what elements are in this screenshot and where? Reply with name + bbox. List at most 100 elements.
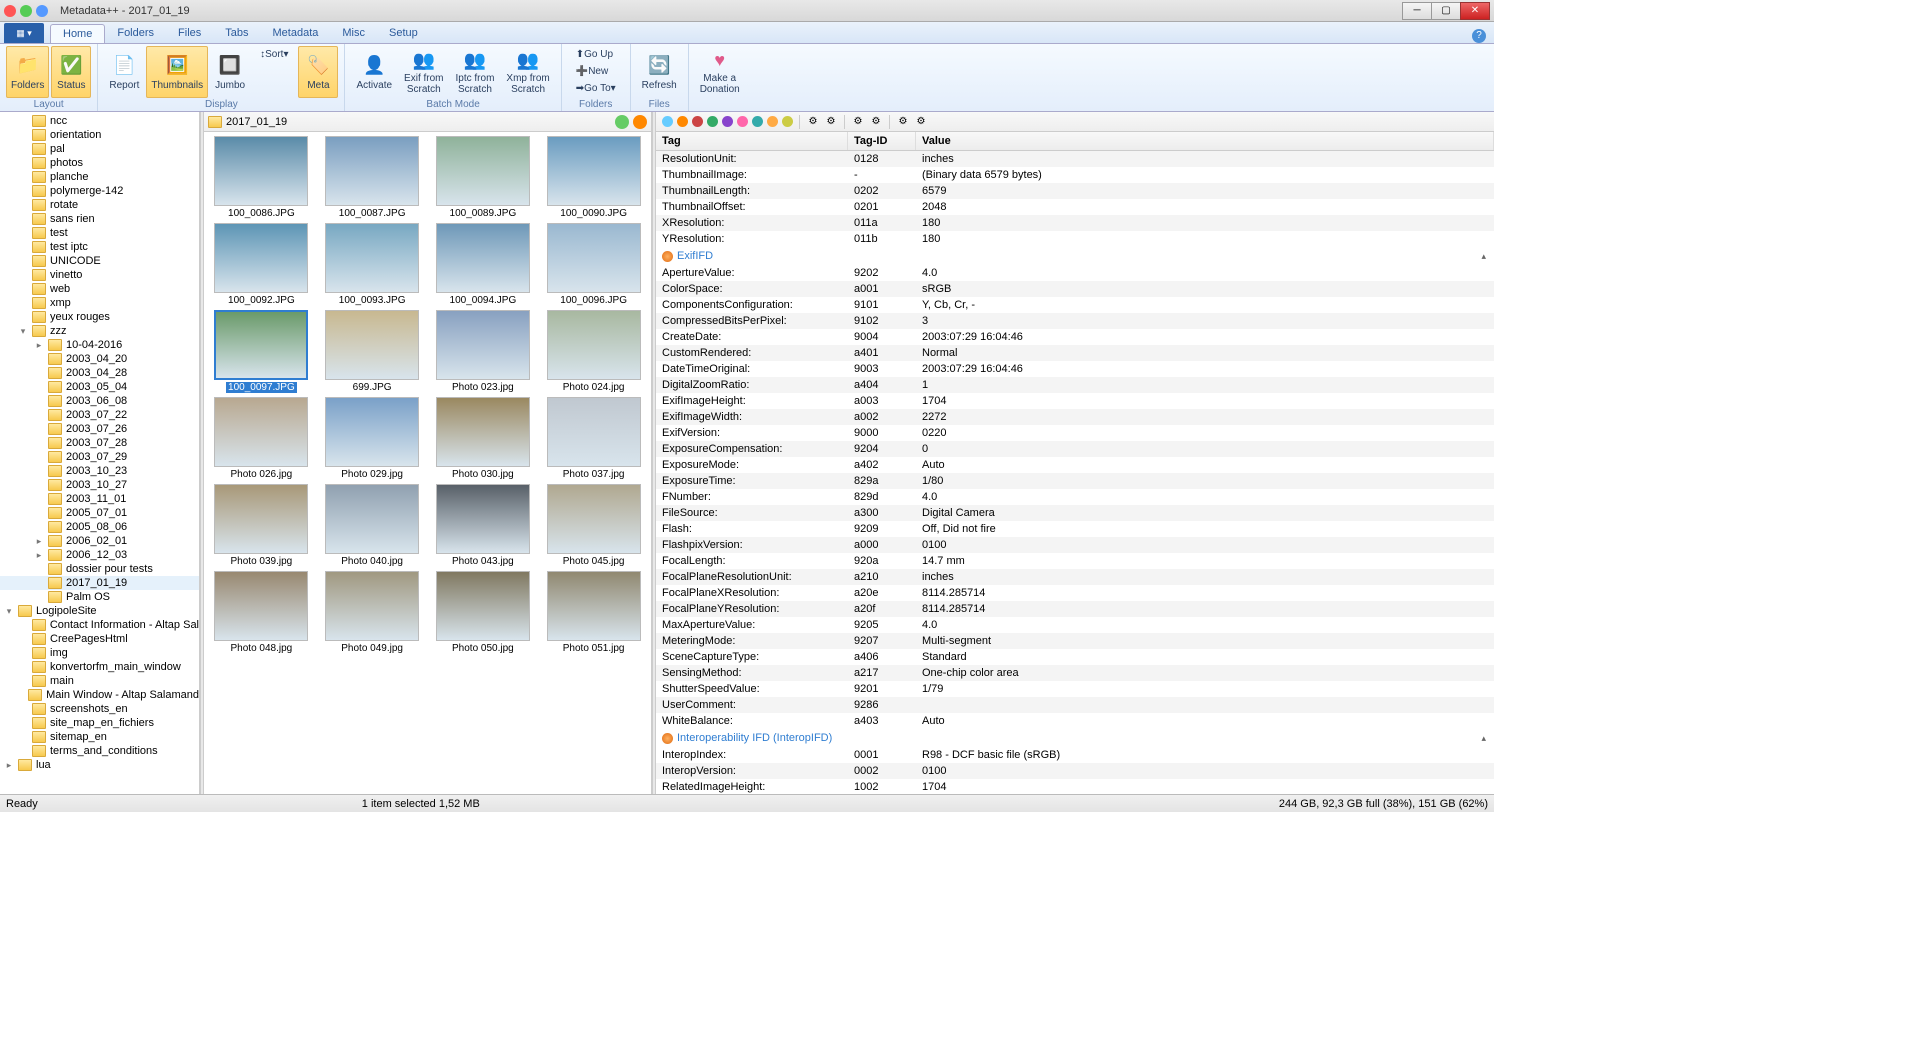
meta-row[interactable]: ThumbnailImage:-(Binary data 6579 bytes) (656, 167, 1494, 183)
thumbnail[interactable]: 100_0093.JPG (319, 223, 426, 306)
status-button[interactable]: ✅Status (51, 46, 91, 98)
iptc-scratch-button[interactable]: 👥Iptc from Scratch (451, 46, 500, 98)
thumbnail[interactable]: 100_0097.JPG (208, 310, 315, 393)
refresh-button[interactable]: 🔄Refresh (637, 46, 682, 98)
xmp-scratch-button[interactable]: 👥Xmp from Scratch (501, 46, 554, 98)
tree-item[interactable]: ▸10-04-2016 (0, 338, 199, 352)
thumbnail[interactable]: Photo 029.jpg (319, 397, 426, 480)
tree-item[interactable]: 2003_04_28 (0, 366, 199, 380)
tree-item[interactable]: Contact Information - Altap Sal (0, 618, 199, 632)
tab-misc[interactable]: Misc (330, 24, 377, 43)
thumbnail[interactable]: Photo 037.jpg (540, 397, 647, 480)
close-button[interactable]: ✕ (1460, 2, 1490, 20)
sort-button[interactable]: ↕ Sort ▾ (256, 46, 292, 62)
report-button[interactable]: 📄Report (104, 46, 144, 98)
tree-item[interactable]: 2003_07_28 (0, 436, 199, 450)
thumbnail[interactable]: Photo 050.jpg (430, 571, 537, 654)
meta-row[interactable]: CreateDate:90042003:07:29 16:04:46 (656, 329, 1494, 345)
tree-item[interactable]: ▾zzz (0, 324, 199, 338)
meta-row[interactable]: YResolution:011b180 (656, 231, 1494, 247)
meta-row[interactable]: ExifImageHeight:a0031704 (656, 393, 1494, 409)
donation-button[interactable]: ♥Make a Donation (695, 46, 745, 98)
tab-setup[interactable]: Setup (377, 24, 430, 43)
filter-dot[interactable] (737, 116, 748, 127)
activate-button[interactable]: 👤Activate (351, 46, 397, 98)
tree-item[interactable]: 2003_04_20 (0, 352, 199, 366)
meta-row[interactable]: DigitalZoomRatio:a4041 (656, 377, 1494, 393)
meta-row[interactable]: ExifVersion:90000220 (656, 425, 1494, 441)
tree-item[interactable]: sans rien (0, 212, 199, 226)
tree-item[interactable]: 2003_07_29 (0, 450, 199, 464)
thumbnail[interactable]: 100_0092.JPG (208, 223, 315, 306)
tree-item[interactable]: 2003_11_01 (0, 492, 199, 506)
meta-row[interactable]: FocalPlaneResolutionUnit:a210inches (656, 569, 1494, 585)
thumbnail[interactable]: 100_0096.JPG (540, 223, 647, 306)
meta-row[interactable]: SensingMethod:a217One-chip color area (656, 665, 1494, 681)
nav-dot[interactable] (615, 115, 629, 129)
tab-metadata[interactable]: Metadata (261, 24, 331, 43)
help-button[interactable]: ? (1472, 29, 1486, 43)
meta-row[interactable]: WhiteBalance:a403Auto (656, 713, 1494, 729)
col-id[interactable]: Tag-ID (848, 132, 916, 150)
goup-button[interactable]: ⬆ Go Up (572, 46, 620, 62)
tree-item[interactable]: rotate (0, 198, 199, 212)
thumbnail[interactable]: Photo 051.jpg (540, 571, 647, 654)
tree-item[interactable]: 2003_05_04 (0, 380, 199, 394)
filter-dot[interactable] (677, 116, 688, 127)
thumbnail[interactable]: Photo 043.jpg (430, 484, 537, 567)
tree-item[interactable]: test iptc (0, 240, 199, 254)
collapse-icon[interactable]: ▴ (1481, 733, 1486, 744)
tree-item[interactable]: 2003_10_23 (0, 464, 199, 478)
meta-row[interactable]: ExifImageWidth:a0022272 (656, 409, 1494, 425)
meta-row[interactable]: FocalLength:920a14.7 mm (656, 553, 1494, 569)
meta-row[interactable]: MaxApertureValue:92054.0 (656, 617, 1494, 633)
meta-row[interactable]: FocalPlaneYResolution:a20f8114.285714 (656, 601, 1494, 617)
tool-icon[interactable]: ⚙ (914, 115, 928, 129)
meta-row[interactable]: Flash:9209Off, Did not fire (656, 521, 1494, 537)
nav-dot[interactable] (633, 115, 647, 129)
tab-files[interactable]: Files (166, 24, 213, 43)
filter-dot[interactable] (782, 116, 793, 127)
meta-row[interactable]: ExposureTime:829a1/80 (656, 473, 1494, 489)
tree-item[interactable]: photos (0, 156, 199, 170)
tree-item[interactable]: 2005_07_01 (0, 506, 199, 520)
tree-item[interactable]: 2003_06_08 (0, 394, 199, 408)
thumbnail[interactable]: Photo 039.jpg (208, 484, 315, 567)
thumbnail[interactable]: Photo 045.jpg (540, 484, 647, 567)
tree-item[interactable]: xmp (0, 296, 199, 310)
meta-row[interactable]: FocalPlaneXResolution:a20e8114.285714 (656, 585, 1494, 601)
tree-item[interactable]: 2003_07_22 (0, 408, 199, 422)
thumbnail[interactable]: Photo 048.jpg (208, 571, 315, 654)
meta-row[interactable]: ShutterSpeedValue:92011/79 (656, 681, 1494, 697)
tab-folders[interactable]: Folders (105, 24, 166, 43)
tab-home[interactable]: Home (50, 24, 105, 43)
thumbnail[interactable]: 100_0094.JPG (430, 223, 537, 306)
thumbnail[interactable]: Photo 026.jpg (208, 397, 315, 480)
meta-row[interactable]: ThumbnailLength:02026579 (656, 183, 1494, 199)
tool-icon[interactable]: ⚙ (851, 115, 865, 129)
meta-row[interactable]: InteropIndex:0001R98 - DCF basic file (s… (656, 747, 1494, 763)
meta-row[interactable]: ApertureValue:92024.0 (656, 265, 1494, 281)
thumbnail[interactable]: 100_0087.JPG (319, 136, 426, 219)
tree-item[interactable]: web (0, 282, 199, 296)
tree-item[interactable]: ▸2006_02_01 (0, 534, 199, 548)
meta-row[interactable]: ColorSpace:a001sRGB (656, 281, 1494, 297)
tree-item[interactable]: UNICODE (0, 254, 199, 268)
new-button[interactable]: ➕ New (572, 63, 620, 79)
thumbnail[interactable]: 699.JPG (319, 310, 426, 393)
tool-icon[interactable]: ⚙ (806, 115, 820, 129)
tree-item[interactable]: sitemap_en (0, 730, 199, 744)
collapse-icon[interactable]: ▴ (1481, 251, 1486, 262)
tree-item[interactable]: Main Window - Altap Salamand (0, 688, 199, 702)
thumbnail[interactable]: Photo 030.jpg (430, 397, 537, 480)
tree-item[interactable]: 2017_01_19 (0, 576, 199, 590)
maximize-button[interactable]: ▢ (1431, 2, 1461, 20)
tree-item[interactable]: test (0, 226, 199, 240)
meta-group[interactable]: ExifIFD▴ (656, 247, 1494, 265)
thumbnail[interactable]: Photo 024.jpg (540, 310, 647, 393)
tree-item[interactable]: ▸2006_12_03 (0, 548, 199, 562)
filter-dot[interactable] (722, 116, 733, 127)
meta-row[interactable]: RelatedImageHeight:10021704 (656, 779, 1494, 794)
meta-row[interactable]: CompressedBitsPerPixel:91023 (656, 313, 1494, 329)
tree-item[interactable]: planche (0, 170, 199, 184)
